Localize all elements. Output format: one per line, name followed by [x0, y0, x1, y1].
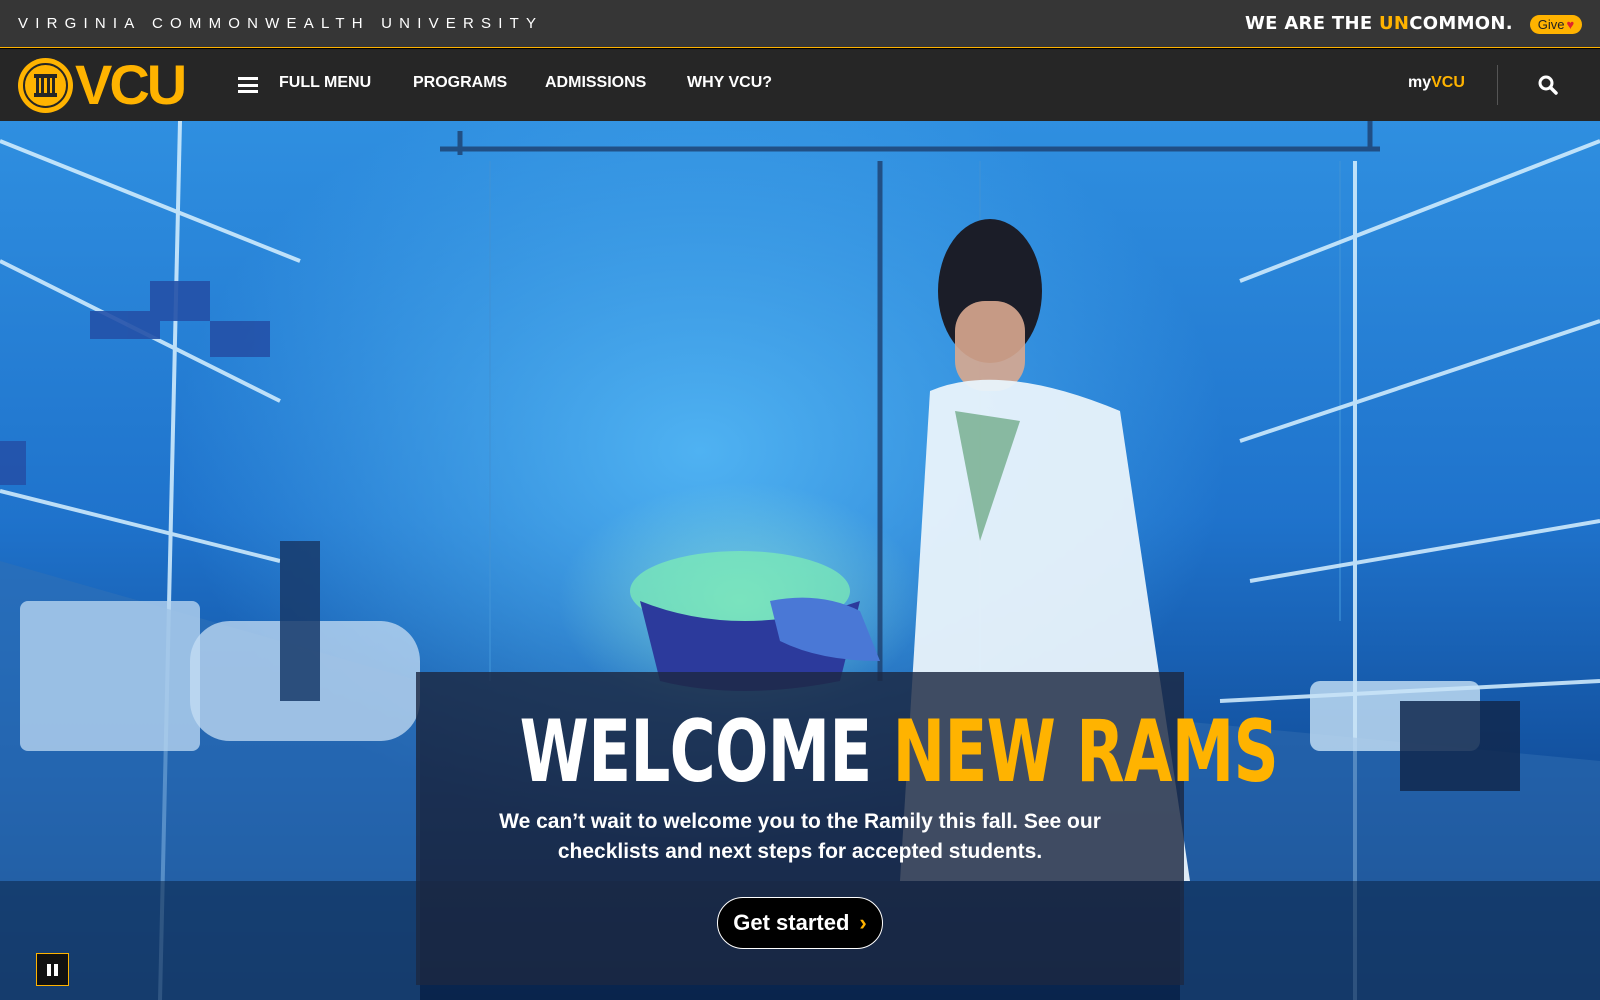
main-nav: VCU FULL MENU PROGRAMS ADMISSIONS WHY VC…: [0, 49, 1600, 121]
give-label: Give: [1537, 17, 1565, 32]
give-button[interactable]: Give ♥: [1530, 15, 1582, 34]
chevron-right-icon: ›: [859, 910, 867, 935]
hero-headline: WELCOME NEW RAMS: [519, 700, 1279, 804]
full-menu-button[interactable]: FULL MENU: [279, 74, 371, 92]
logo-wordmark: VCU: [75, 53, 187, 116]
nav-item-why-vcu[interactable]: WHY VCU?: [687, 74, 772, 92]
pause-icon-bar: [54, 963, 58, 976]
tagline-pre: WE ARE THE: [1245, 13, 1379, 34]
tagline: WE ARE THE UNCOMMON.: [1245, 13, 1513, 34]
hero-subtitle: We can’t wait to welcome you to the Rami…: [499, 810, 1101, 863]
tagline-highlight: UN: [1378, 13, 1410, 34]
university-name[interactable]: VIRGINIA COMMONWEALTH UNIVERSITY: [18, 15, 543, 32]
myvcu-prefix: my: [1408, 74, 1432, 91]
tagline-post: COMMON.: [1409, 13, 1513, 34]
headline-white: WELCOME: [519, 702, 893, 802]
pause-video-button[interactable]: [36, 953, 69, 986]
headline-gold: NEW RAMS: [892, 702, 1279, 802]
search-icon[interactable]: [1536, 73, 1560, 97]
hamburger-icon[interactable]: [238, 77, 258, 93]
heart-icon: ♥: [1566, 17, 1575, 32]
get-started-button[interactable]: Get started ›: [717, 897, 883, 949]
cta-label: Get started: [733, 910, 850, 935]
myvcu-accent: VCU: [1431, 74, 1465, 91]
myvcu-link[interactable]: myVCU: [1408, 74, 1465, 92]
vcu-seal-icon: [18, 57, 73, 113]
hero-card: WELCOME NEW RAMS We can’t wait to welcom…: [416, 672, 1279, 985]
nav-divider: [1497, 65, 1498, 105]
hero-video: WELCOME NEW RAMS We can’t wait to welcom…: [0, 121, 1600, 1000]
nav-item-admissions[interactable]: ADMISSIONS: [545, 74, 646, 92]
nav-item-programs[interactable]: PROGRAMS: [413, 74, 507, 92]
pause-icon-bar: [47, 963, 51, 976]
vcu-logo[interactable]: VCU: [18, 57, 193, 113]
utility-bar: VIRGINIA COMMONWEALTH UNIVERSITY WE ARE …: [0, 0, 1600, 48]
